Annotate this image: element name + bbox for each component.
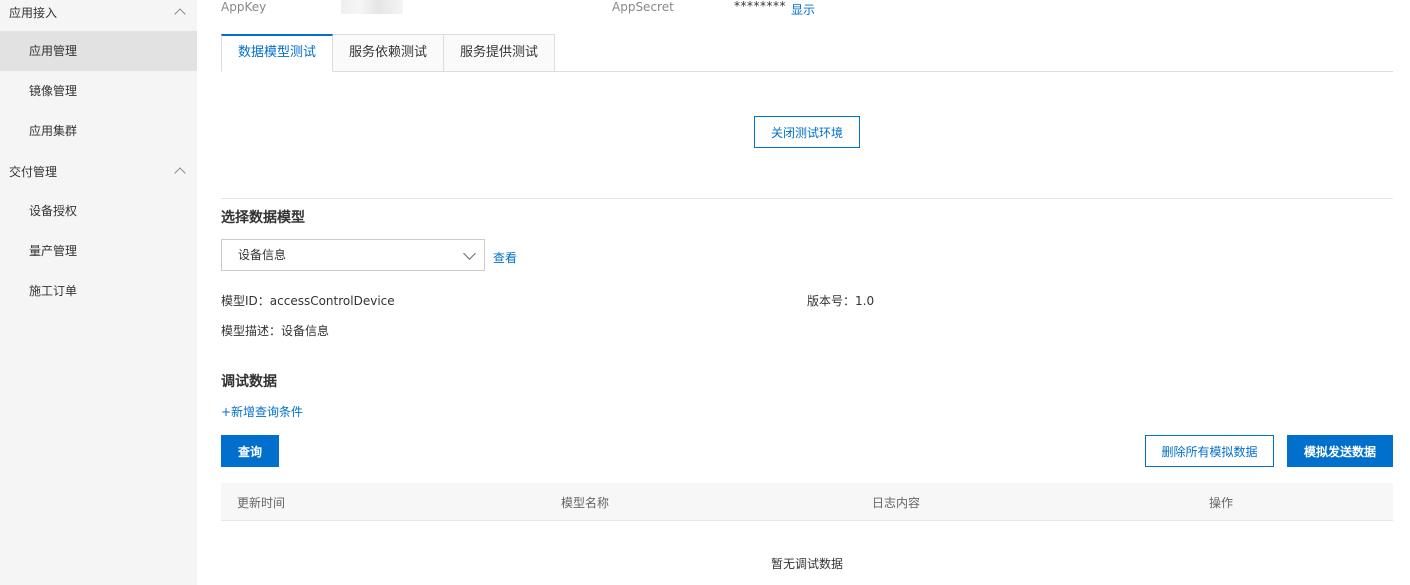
tab-data-model-test[interactable]: 数据模型测试 (221, 34, 334, 72)
debug-table-header: 更新时间 模型名称 日志内容 操作 (221, 483, 1393, 521)
model-description: 模型描述：设备信息 (221, 324, 330, 338)
model-version: 版本号：1.0 (807, 294, 875, 308)
section-divider (221, 198, 1393, 199)
show-secret-link[interactable]: 显示 (791, 1, 815, 18)
appkey-value-blurred (341, 0, 403, 14)
app-credentials-row: AppKey AppSecret ******** 显示 (221, 0, 1393, 18)
tab-service-dependency-test[interactable]: 服务依赖测试 (333, 34, 445, 72)
add-query-condition-link[interactable]: +新增查询条件 (221, 403, 303, 420)
sidebar-group-app-access[interactable]: 应用接入 (0, 0, 197, 24)
sidebar-group-label: 交付管理 (9, 164, 58, 179)
tab-service-provide-test[interactable]: 服务提供测试 (444, 34, 556, 72)
chevron-up-icon[interactable] (175, 7, 185, 17)
view-model-link[interactable]: 查看 (493, 249, 517, 266)
data-model-select-value: 设备信息 (238, 248, 287, 262)
column-header-update-time: 更新时间 (237, 496, 286, 510)
sidebar-item-mass-production[interactable]: 量产管理 (0, 231, 197, 271)
sidebar-group-label: 应用接入 (9, 5, 58, 20)
column-header-model-name: 模型名称 (561, 496, 610, 510)
column-header-log-content: 日志内容 (872, 496, 921, 510)
data-model-select[interactable]: 设备信息 (221, 239, 485, 271)
appsecret-value: ******** (734, 0, 786, 13)
close-test-env-button[interactable]: 关闭测试环境 (754, 116, 860, 148)
select-model-title: 选择数据模型 (221, 210, 305, 226)
sidebar-item-device-auth[interactable]: 设备授权 (0, 191, 197, 231)
column-header-actions: 操作 (1209, 496, 1234, 510)
chevron-up-icon[interactable] (175, 166, 185, 176)
sidebar-item-construction-order[interactable]: 施工订单 (0, 271, 197, 311)
sidebar-item-app-cluster[interactable]: 应用集群 (0, 111, 197, 151)
debug-data-title: 调试数据 (221, 374, 277, 390)
model-id: 模型ID：accessControlDevice (221, 294, 395, 308)
simulate-send-data-button[interactable]: 模拟发送数据 (1287, 435, 1393, 467)
table-empty-state: 暂无调试数据 (770, 557, 843, 571)
query-button[interactable]: 查询 (221, 435, 279, 467)
appkey-label: AppKey (221, 0, 267, 14)
main-content: AppKey AppSecret ******** 显示 数据模型测试 服务依赖… (221, 0, 1393, 585)
appsecret-label: AppSecret (612, 0, 674, 14)
test-tabs: 数据模型测试 服务依赖测试 服务提供测试 (221, 34, 1393, 72)
sidebar: 应用接入 应用管理 镜像管理 应用集群 交付管理 设备授权 量产管理 施工订单 (0, 0, 197, 585)
sidebar-item-app-management[interactable]: 应用管理 (0, 31, 197, 71)
chevron-down-icon (463, 247, 476, 260)
sidebar-group-delivery[interactable]: 交付管理 (0, 151, 197, 191)
sidebar-item-image-management[interactable]: 镜像管理 (0, 71, 197, 111)
delete-all-mock-data-button[interactable]: 删除所有模拟数据 (1145, 435, 1274, 467)
